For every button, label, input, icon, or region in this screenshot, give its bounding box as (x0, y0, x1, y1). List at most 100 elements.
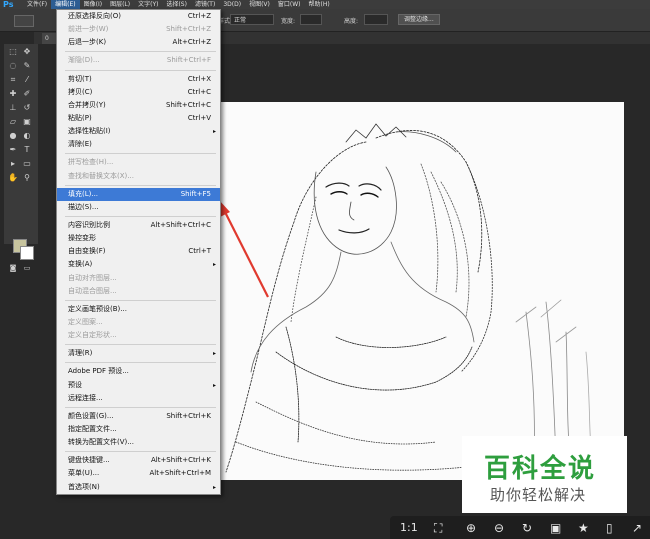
edit-menu-item: 查找和替换文本(X)... (57, 170, 220, 183)
background-color-swatch[interactable] (20, 246, 34, 260)
edit-menu-item[interactable]: 后退一步(K) Alt+Ctrl+Z (57, 36, 220, 49)
submenu-arrow-icon: ▸ (212, 483, 216, 491)
menu-select[interactable]: 选择(S) (162, 0, 191, 9)
menu-item-label: 定义图案... (68, 317, 103, 326)
menu-edit[interactable]: 编辑(E) (51, 0, 80, 9)
edit-menu-item[interactable]: 颜色设置(G)... Shift+Ctrl+K (57, 410, 220, 423)
menu-item-label: 变换(A) (68, 260, 93, 269)
menu-item-label: 粘贴(P) (68, 113, 92, 122)
screen-mode-icon[interactable]: ▭ (22, 264, 32, 273)
height-field[interactable] (364, 14, 388, 25)
actual-size-button[interactable]: 1:1 (400, 522, 418, 534)
edit-menu-item[interactable]: Adobe PDF 预设... (57, 365, 220, 378)
crop-tool-icon[interactable]: ⌗ (8, 75, 18, 84)
menu-item-shortcut: Shift+F5 (180, 189, 211, 198)
edit-menu-item[interactable]: 操控变形 (57, 232, 220, 245)
edit-menu-item[interactable]: 指定配置文件... (57, 423, 220, 436)
edit-menu-item[interactable]: 拷贝(C) Ctrl+C (57, 86, 220, 99)
gradient-tool-icon[interactable]: ▣ (22, 117, 32, 126)
edit-menu-item: 拼写检查(H)... (57, 156, 220, 169)
menu-type[interactable]: 文字(Y) (134, 0, 162, 9)
zoom-tool-icon[interactable]: ⚲ (22, 173, 32, 182)
menu-separator (65, 344, 216, 346)
marquee-tool-icon[interactable]: ⬚ (8, 47, 18, 56)
edit-menu-item[interactable]: 预设 ▸ (57, 379, 220, 392)
edit-menu-item[interactable]: 转换为配置文件(V)... (57, 436, 220, 449)
menu-item-shortcut: Ctrl+T (188, 247, 211, 256)
edit-menu-item[interactable]: 内容识别比例 Alt+Shift+Ctrl+C (57, 219, 220, 232)
edit-menu-item[interactable]: 清除(E) (57, 138, 220, 151)
shape-tool-icon[interactable]: ▭ (22, 159, 32, 168)
blur-tool-icon[interactable]: ● (8, 131, 18, 140)
menu-item-label: 定义自定形状... (68, 331, 117, 340)
edit-menu-item[interactable]: 变换(A) ▸ (57, 258, 220, 271)
menu-item-shortcut: Alt+Shift+Ctrl+K (150, 456, 211, 465)
menu-item-label: 前进一步(W) (68, 25, 109, 34)
menu-item-shortcut: Ctrl+Z (187, 12, 211, 20)
menu-item-label: 远程连接... (68, 393, 103, 402)
zoom-out-icon[interactable]: ⊖ (494, 522, 504, 534)
edit-menu-item[interactable]: 自由变换(F) Ctrl+T (57, 245, 220, 258)
menu-bar: Ps 文件(F) 编辑(E) 图像(I) 图层(L) 文字(Y) 选择(S) 滤… (0, 0, 650, 9)
menu-separator (65, 69, 216, 71)
menu-item-label: 选择性粘贴(I) (68, 127, 111, 136)
quick-mask-icon[interactable]: ◙ (8, 264, 18, 273)
quick-select-tool-icon[interactable]: ✎ (22, 61, 32, 70)
tool-preset-picker[interactable] (14, 15, 34, 27)
menu-filter[interactable]: 滤镜(T) (191, 0, 219, 9)
brush-tool-icon[interactable]: ✐ (22, 89, 32, 98)
document-canvas[interactable] (216, 102, 624, 480)
edit-menu-item[interactable]: 描边(S)... (57, 201, 220, 214)
menu-help[interactable]: 帮助(H) (305, 0, 334, 9)
history-brush-tool-icon[interactable]: ↺ (22, 103, 32, 112)
edit-menu-item[interactable]: 剪切(T) Ctrl+X (57, 73, 220, 86)
menu-item-label: 填充(L)... (68, 189, 99, 198)
menu-item-shortcut: Shift+Ctrl+K (166, 411, 211, 420)
photoshop-logo: Ps (3, 0, 14, 9)
lasso-tool-icon[interactable]: ◌ (8, 61, 18, 70)
pen-tool-icon[interactable]: ✒ (8, 145, 18, 154)
menu-separator (65, 451, 216, 453)
eraser-tool-icon[interactable]: ▱ (8, 117, 18, 126)
move-tool-icon[interactable]: ✥ (22, 47, 32, 56)
style-select[interactable]: 正常 (230, 14, 274, 25)
edit-menu-item[interactable]: 远程连接... (57, 392, 220, 405)
submenu-arrow-icon: ▸ (212, 261, 216, 269)
edit-menu-item[interactable]: 键盘快捷键... Alt+Shift+Ctrl+K (57, 454, 220, 467)
menu-file[interactable]: 文件(F) (23, 0, 51, 9)
zoom-in-icon[interactable]: ⊕ (466, 522, 476, 534)
hand-tool-icon[interactable]: ✋ (8, 173, 18, 182)
edit-menu-item[interactable]: 填充(L)... Shift+F5 (57, 187, 220, 201)
edit-menu-item[interactable]: 定义画笔预设(B)... (57, 303, 220, 316)
dodge-tool-icon[interactable]: ◐ (22, 131, 32, 140)
edit-menu-item[interactable]: 合并拷贝(Y) Shift+Ctrl+C (57, 99, 220, 112)
menu-layer[interactable]: 图层(L) (106, 0, 134, 9)
edit-menu-item: 定义图案... (57, 316, 220, 329)
edit-menu-item[interactable]: 粘贴(P) Ctrl+V (57, 112, 220, 125)
type-tool-icon[interactable]: T (22, 145, 32, 154)
rotate-icon[interactable]: ↻ (522, 522, 532, 534)
healing-tool-icon[interactable]: ✚ (8, 89, 18, 98)
refine-edge-button[interactable]: 调整边缘... (398, 14, 440, 25)
fit-screen-icon[interactable]: ⛶ (434, 522, 442, 534)
menu-item-label: 清除(E) (68, 140, 92, 149)
watermark-subtitle: 助你轻松解决 (490, 486, 587, 504)
menu-image[interactable]: 图像(I) (80, 0, 106, 9)
eyedropper-tool-icon[interactable]: ⁄ (22, 75, 32, 84)
edit-menu-item[interactable]: 首选项(N) ▸ (57, 481, 220, 494)
share-icon[interactable]: ↗ (632, 522, 642, 534)
edit-menu-item[interactable]: 菜单(U)... Alt+Shift+Ctrl+M (57, 467, 220, 480)
path-select-tool-icon[interactable]: ▸ (8, 159, 18, 168)
menu-item-label: Adobe PDF 预设... (68, 367, 129, 376)
edit-menu-item[interactable]: 还原选择反向(O) Ctrl+Z (57, 10, 220, 23)
menu-view[interactable]: 视图(V) (245, 0, 274, 9)
width-field[interactable] (300, 14, 322, 25)
edit-menu-item[interactable]: 清理(R) ▸ (57, 347, 220, 360)
crop-icon[interactable]: ▯ (606, 522, 613, 534)
menu-window[interactable]: 窗口(W) (274, 0, 305, 9)
stamp-tool-icon[interactable]: ⊥ (8, 103, 18, 112)
menu-3d[interactable]: 3D(D) (219, 0, 245, 9)
save-icon[interactable]: ▣ (550, 522, 561, 534)
edit-menu-item[interactable]: 选择性粘贴(I) ▸ (57, 125, 220, 138)
favorite-icon[interactable]: ★ (578, 522, 589, 534)
